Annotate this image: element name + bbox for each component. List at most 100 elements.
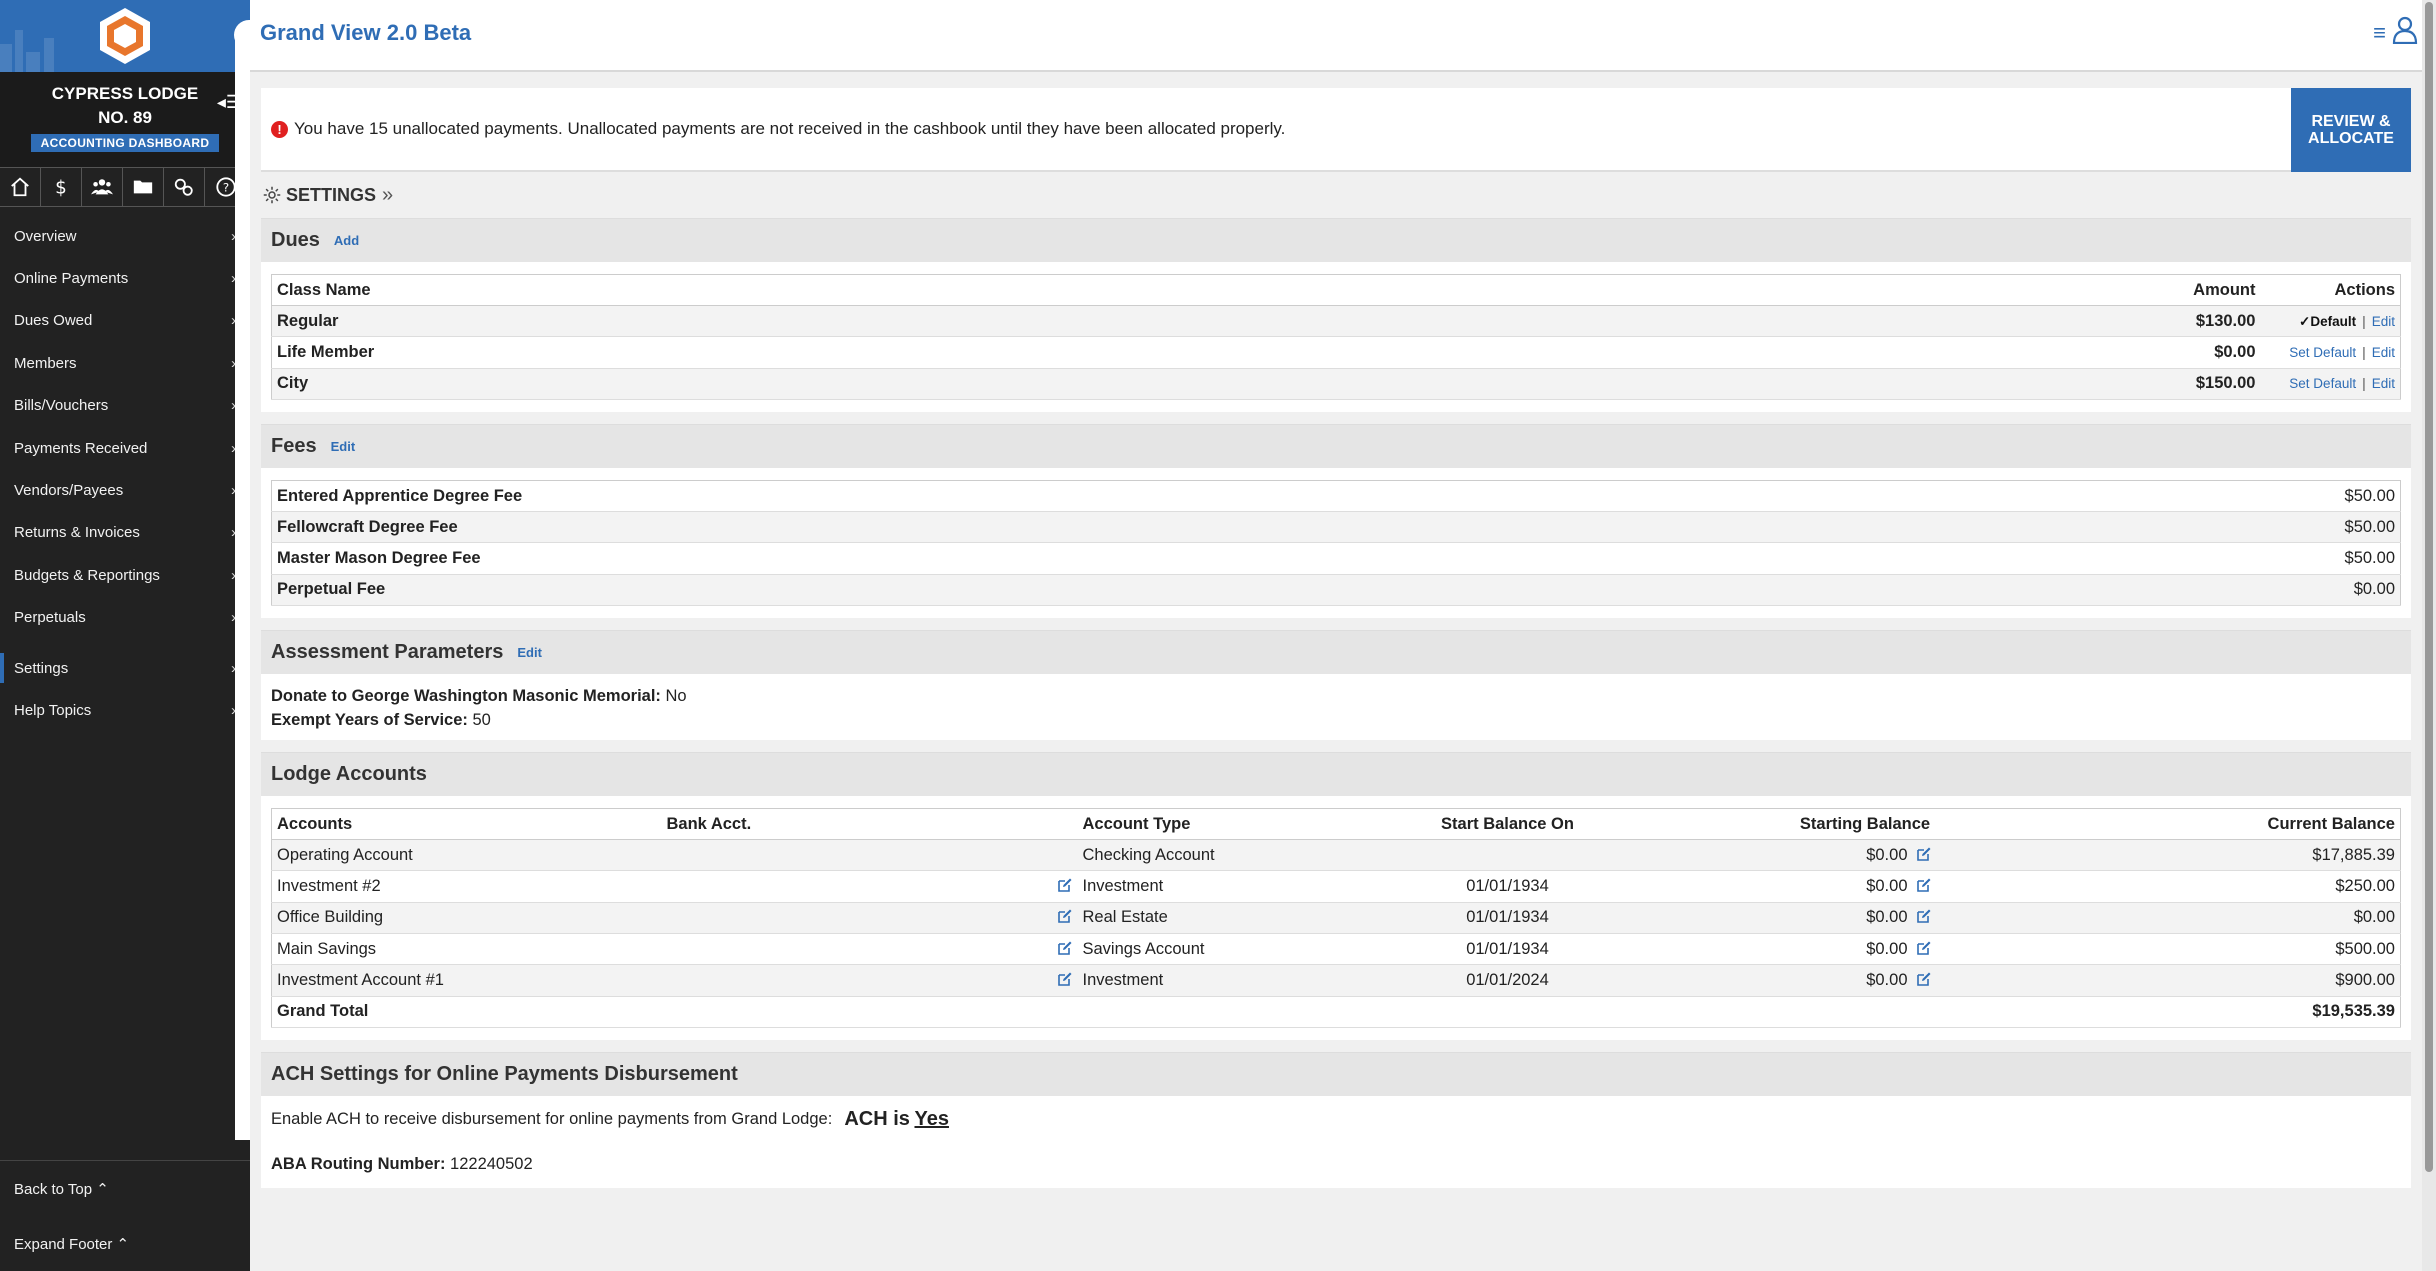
- checkmark-icon: ✓: [2299, 313, 2311, 329]
- sidebar-item-online-payments[interactable]: Online Payments ›: [0, 257, 250, 299]
- menu-icon[interactable]: ≡: [2373, 20, 2386, 46]
- sidebar-item-dues-owed[interactable]: Dues Owed ›: [0, 300, 250, 342]
- column-header: Starting Balance: [1637, 808, 1938, 841]
- edit-icon[interactable]: [1916, 908, 1932, 924]
- sidebar-item-label: Budgets & Reportings: [14, 566, 160, 584]
- table-row: Entered Apprentice Degree Fee $50.00: [271, 480, 2401, 513]
- review-allocate-button[interactable]: REVIEW & ALLOCATE: [2291, 88, 2411, 172]
- edit-link[interactable]: Edit: [2372, 345, 2395, 360]
- fee-name: Fellowcraft Degree Fee: [271, 511, 1991, 544]
- home-icon[interactable]: [0, 168, 41, 206]
- grand-total-label: Grand Total: [271, 996, 662, 1028]
- sidebar-item-overview[interactable]: Overview ›: [0, 215, 250, 257]
- table-row: Life Member $0.00 Set Default | Edit: [271, 336, 2401, 369]
- starting-balance: $0.00: [1866, 877, 1908, 896]
- starting-balance: $0.00: [1866, 970, 1908, 989]
- fees-edit-link[interactable]: Edit: [331, 439, 356, 454]
- ach-enable-text: Enable ACH to receive disbursement for o…: [271, 1110, 833, 1129]
- sidebar-item-perpetuals[interactable]: Perpetuals ›: [0, 597, 250, 639]
- folder-icon[interactable]: [123, 168, 164, 206]
- column-header: Class Name: [271, 274, 1462, 306]
- set-default-link[interactable]: Set Default: [2289, 345, 2356, 360]
- settings-icon[interactable]: [164, 168, 205, 206]
- fee-amount: $0.00: [1990, 574, 2401, 607]
- assessment-title: Assessment Parameters: [271, 641, 504, 664]
- account-type: Real Estate: [1077, 902, 1378, 934]
- edit-icon[interactable]: [1916, 971, 1932, 987]
- sidebar-item-payments-received[interactable]: Payments Received ›: [0, 427, 250, 469]
- svg-text:?: ?: [222, 181, 228, 195]
- unallocated-alert: ! You have 15 unallocated payments. Unal…: [261, 88, 2411, 172]
- grand-total-row: Grand Total $19,535.39: [271, 996, 2401, 1028]
- sidebar-item-vendors-payees[interactable]: Vendors/Payees ›: [0, 469, 250, 511]
- edit-icon[interactable]: [1916, 846, 1932, 862]
- donate-param: Donate to George Washington Masonic Memo…: [271, 684, 2401, 708]
- lodge-accounts-title: Lodge Accounts: [271, 763, 427, 786]
- edit-icon[interactable]: [1916, 877, 1932, 893]
- assessment-edit-link[interactable]: Edit: [517, 645, 542, 660]
- assessment-header: Assessment Parameters Edit: [261, 630, 2411, 675]
- ach-title: ACH Settings for Online Payments Disburs…: [271, 1062, 738, 1085]
- fee-amount: $50.00: [1990, 511, 2401, 544]
- dues-add-link[interactable]: Add: [334, 233, 359, 248]
- donate-label: Donate to George Washington Masonic Memo…: [271, 687, 661, 706]
- edit-icon[interactable]: [1057, 877, 1073, 893]
- column-header: Current Balance: [1937, 808, 2401, 841]
- routing-value: 122240502: [450, 1154, 533, 1173]
- default-label: Default: [2310, 313, 2357, 329]
- edit-link[interactable]: Edit: [2372, 376, 2395, 391]
- main-content: ! You have 15 unallocated payments. Unal…: [261, 72, 2411, 1271]
- column-header: Bank Acct.: [661, 808, 1078, 841]
- edit-icon[interactable]: [1057, 940, 1073, 956]
- column-header: Account Type: [1077, 808, 1378, 841]
- edit-icon[interactable]: [1916, 940, 1932, 956]
- fee-amount: $50.00: [1990, 480, 2401, 513]
- gear-icon: [263, 186, 281, 204]
- table-row: Investment #2 Investment 01/01/1934 $0.0…: [271, 870, 2401, 903]
- sidebar-item-help-topics[interactable]: Help Topics ›: [0, 689, 250, 731]
- members-icon[interactable]: [82, 168, 123, 206]
- dues-title: Dues: [271, 229, 320, 251]
- edit-icon[interactable]: [1057, 971, 1073, 987]
- sidebar-item-label: Help Topics: [14, 701, 92, 719]
- scrollbar-thumb[interactable]: [2425, 2, 2433, 1172]
- starting-balance: $0.00: [1866, 939, 1908, 958]
- bank-acct-cell: [661, 902, 1078, 934]
- sidebar-item-budgets-reportings[interactable]: Budgets & Reportings ›: [0, 554, 250, 596]
- table-row: Main Savings Savings Account 01/01/1934 …: [271, 933, 2401, 966]
- alert-icon: !: [271, 120, 288, 138]
- amount: $130.00: [1461, 305, 2261, 338]
- current-balance: $500.00: [1937, 933, 2401, 966]
- dollar-icon[interactable]: $: [41, 168, 82, 206]
- sidebar-item-label: Members: [14, 354, 77, 372]
- sidebar-item-members[interactable]: Members ›: [0, 342, 250, 384]
- logo-icon: [100, 8, 150, 64]
- sidebar-item-label: Vendors/Payees: [14, 482, 124, 500]
- double-chevron-right-icon[interactable]: »: [382, 184, 393, 207]
- user-icon[interactable]: [2392, 16, 2418, 44]
- column-header: Start Balance On: [1377, 808, 1638, 841]
- class-name: Life Member: [271, 336, 1462, 369]
- sidebar-item-returns-invoices[interactable]: Returns & Invoices ›: [0, 512, 250, 554]
- current-balance: $900.00: [1937, 964, 2401, 997]
- sidebar-item-settings[interactable]: Settings ›: [0, 647, 250, 689]
- exempt-value: 50: [472, 711, 491, 730]
- ach-panel: ACH Settings for Online Payments Disburs…: [261, 1051, 2411, 1188]
- account-type: Savings Account: [1077, 933, 1378, 966]
- sidebar-item-bills-vouchers[interactable]: Bills/Vouchers ›: [0, 385, 250, 427]
- edit-link[interactable]: Edit: [2372, 314, 2395, 329]
- edit-icon[interactable]: [1057, 908, 1073, 924]
- current-balance: $250.00: [1937, 870, 2401, 903]
- starting-balance: $0.00: [1866, 845, 1908, 864]
- class-name: Regular: [271, 305, 1462, 338]
- account-name: Investment #2: [271, 870, 662, 903]
- set-default-link[interactable]: Set Default: [2289, 376, 2356, 391]
- routing-param: ABA Routing Number: 122240502: [271, 1152, 2401, 1176]
- settings-heading: SETTINGS »: [261, 172, 2411, 218]
- ach-status-toggle[interactable]: Yes: [914, 1108, 948, 1131]
- back-to-top-link[interactable]: Back to Top ⌃: [0, 1161, 250, 1216]
- page-scrollbar[interactable]: [2422, 0, 2436, 1271]
- table-row: Operating Account Checking Account $0.00…: [271, 839, 2401, 872]
- fee-name: Master Mason Degree Fee: [271, 542, 1991, 575]
- expand-footer-link[interactable]: Expand Footer ⌃: [0, 1216, 250, 1271]
